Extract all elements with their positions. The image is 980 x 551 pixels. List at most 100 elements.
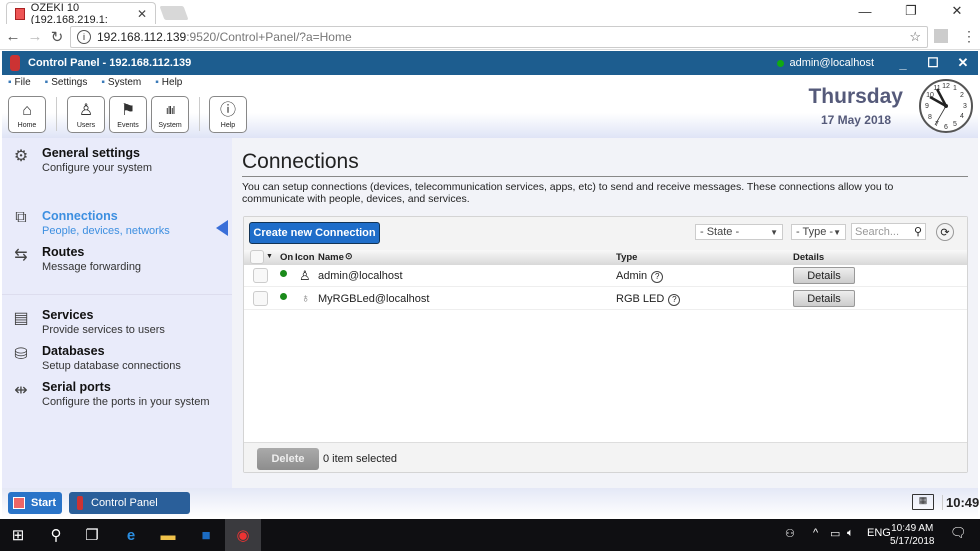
row-checkbox[interactable] bbox=[253, 291, 268, 306]
current-date: 17 May 2018 bbox=[820, 113, 891, 127]
type-filter-select[interactable]: - Type - ▼ bbox=[791, 224, 846, 240]
search-icon[interactable]: ⚲ bbox=[914, 225, 922, 238]
volume-icon[interactable]: 🔈︎ bbox=[847, 527, 854, 540]
gear-icon: ⚙ bbox=[13, 148, 29, 165]
state-filter-select[interactable]: - State - ▼ bbox=[695, 224, 783, 240]
system-date: 5/17/2018 bbox=[890, 536, 935, 547]
help-button[interactable]: ⓘ Help bbox=[209, 96, 247, 133]
new-tab-button[interactable] bbox=[159, 6, 189, 20]
extension-icon[interactable] bbox=[934, 29, 948, 43]
menu-bar: File Settings System Help bbox=[8, 77, 183, 88]
chrome-browser-icon[interactable]: ◉ bbox=[225, 519, 261, 551]
sort-icon[interactable]: ⊙ bbox=[345, 251, 353, 262]
menu-help[interactable]: Help bbox=[155, 77, 183, 88]
system-clock[interactable]: 10:49 AM 5/17/2018 bbox=[890, 522, 935, 548]
table-row[interactable]: ♁ MyRGBLed@localhost RGB LED? Details bbox=[244, 288, 967, 310]
chevron-down-icon: ▼ bbox=[833, 227, 841, 237]
details-button[interactable]: Details bbox=[793, 290, 855, 307]
edge-browser-icon[interactable]: e bbox=[113, 519, 149, 551]
control-panel-label: Control Panel bbox=[91, 497, 158, 509]
table-row[interactable]: ♙ admin@localhost Admin? Details bbox=[244, 265, 967, 287]
task-view-icon[interactable]: ❐ bbox=[74, 519, 110, 551]
search-icon[interactable]: ⚲ bbox=[38, 519, 74, 551]
bookmark-star-icon[interactable]: ☆ bbox=[909, 29, 921, 45]
svg-text:9: 9 bbox=[925, 103, 929, 110]
store-app-icon[interactable]: ■ bbox=[188, 519, 224, 551]
windows-taskbar: ⊞ ⚲ ❐ e ▬ ■ ◉ ⚇ ^ ▭ 🔈︎ ENG 10:49 AM 5/17… bbox=[0, 519, 980, 551]
sidebar-item-connections[interactable]: ⧉ Connections People, devices, networks bbox=[10, 209, 170, 237]
ozeki-logo-icon bbox=[10, 55, 20, 71]
app-close-button[interactable]: ✕ bbox=[948, 55, 978, 71]
network-icon[interactable]: ▭ bbox=[830, 527, 840, 540]
start-button[interactable]: Start bbox=[8, 492, 62, 514]
notification-icon[interactable]: 🗨︎ bbox=[950, 525, 967, 541]
menu-file[interactable]: File bbox=[8, 77, 31, 88]
user-status[interactable]: admin@localhost bbox=[777, 57, 874, 69]
control-panel-taskbutton[interactable]: Control Panel bbox=[69, 492, 190, 514]
column-type: Type bbox=[616, 252, 638, 263]
connections-icon: ⧉ bbox=[15, 209, 27, 226]
back-icon[interactable]: ← bbox=[2, 28, 24, 45]
people-icon[interactable]: ⚇ bbox=[785, 527, 795, 540]
users-button[interactable]: ♙ Users bbox=[67, 96, 105, 133]
sidebar-item-subtitle: Message forwarding bbox=[42, 261, 142, 273]
menu-settings[interactable]: Settings bbox=[45, 77, 87, 88]
connections-panel: Create new Connection - State - ▼ - Type … bbox=[243, 216, 968, 473]
reload-icon[interactable]: ↻ bbox=[46, 28, 68, 46]
restore-window-button[interactable]: ❐ bbox=[888, 0, 934, 22]
online-status-icon bbox=[280, 270, 287, 277]
start-label: Start bbox=[31, 497, 57, 509]
help-icon[interactable]: ? bbox=[651, 270, 664, 283]
column-icon: Icon bbox=[295, 252, 315, 263]
system-button[interactable]: ıllıl System bbox=[151, 96, 189, 133]
table-header: ▼ On Icon Name ⊙ Type Details bbox=[244, 250, 967, 265]
details-button[interactable]: Details bbox=[793, 267, 855, 284]
connection-name[interactable]: MyRGBLed@localhost bbox=[318, 293, 429, 305]
file-explorer-icon[interactable]: ▬ bbox=[150, 519, 186, 551]
connection-name[interactable]: admin@localhost bbox=[318, 270, 403, 282]
select-all-checkbox[interactable] bbox=[250, 250, 264, 264]
type-label: RGB LED bbox=[616, 293, 665, 305]
user-icon: ♙ bbox=[78, 102, 94, 119]
sidebar-item-databases[interactable]: ⛁ Databases Setup database connections bbox=[10, 344, 181, 372]
server-icon: ▤ bbox=[13, 310, 29, 327]
signpost-icon: ⇆ bbox=[14, 247, 28, 264]
windows-start-icon[interactable]: ⊞ bbox=[0, 519, 36, 551]
url-input[interactable]: i 192.168.112.139:9520/Control+Panel/?a=… bbox=[70, 26, 928, 48]
minimize-window-button[interactable]: — bbox=[842, 0, 888, 22]
main-content: Connections You can setup connections (d… bbox=[232, 138, 978, 488]
sidebar-item-routes[interactable]: ⇆ Routes Message forwarding bbox=[10, 245, 141, 273]
info-icon[interactable]: i bbox=[77, 30, 91, 44]
forward-icon[interactable]: → bbox=[24, 28, 46, 45]
browser-tab-strip: OZEKI 10 (192.168.219.1: ✕ — ❐ ✕ bbox=[0, 0, 980, 26]
search-input[interactable]: Search... ⚲ bbox=[851, 223, 926, 240]
create-connection-button[interactable]: Create new Connection bbox=[249, 222, 380, 244]
delete-button[interactable]: Delete bbox=[257, 448, 319, 470]
sidebar-item-serial-ports[interactable]: ⇹ Serial ports Configure the ports in you… bbox=[10, 380, 209, 408]
help-icon[interactable]: ? bbox=[668, 293, 681, 306]
home-button[interactable]: ⌂ Home bbox=[8, 96, 46, 133]
active-item-indicator-icon bbox=[216, 220, 228, 236]
row-checkbox[interactable] bbox=[253, 268, 268, 283]
events-button[interactable]: ⚑ Events bbox=[109, 96, 147, 133]
close-tab-icon[interactable]: ✕ bbox=[137, 7, 147, 21]
close-window-button[interactable]: ✕ bbox=[934, 0, 980, 22]
app-minimize-button[interactable]: _ bbox=[888, 56, 918, 71]
column-name[interactable]: Name bbox=[318, 252, 344, 263]
menu-system[interactable]: System bbox=[101, 77, 141, 88]
connection-type: Admin? bbox=[616, 270, 664, 283]
select-dropdown-icon[interactable]: ▼ bbox=[266, 253, 273, 260]
sidebar-item-services[interactable]: ▤ Services Provide services to users bbox=[10, 308, 165, 336]
keyboard-display-icon[interactable]: ▦ bbox=[912, 494, 934, 510]
sidebar-item-subtitle: Provide services to users bbox=[42, 324, 165, 336]
sidebar-item-general-settings[interactable]: ⚙ General settings Configure your system bbox=[10, 146, 152, 174]
app-maximize-button[interactable]: ☐ bbox=[918, 55, 948, 71]
flag-icon: ⚑ bbox=[120, 102, 136, 119]
refresh-icon[interactable]: ⟳ bbox=[936, 223, 954, 241]
browser-tab[interactable]: OZEKI 10 (192.168.219.1: ✕ bbox=[6, 2, 156, 26]
language-indicator[interactable]: ENG bbox=[867, 527, 891, 539]
ozeki-favicon-icon bbox=[15, 7, 25, 20]
show-hidden-icons[interactable]: ^ bbox=[813, 527, 818, 539]
browser-menu-icon[interactable]: ⋮ bbox=[962, 28, 976, 45]
sidebar-item-subtitle: Setup database connections bbox=[42, 360, 181, 372]
